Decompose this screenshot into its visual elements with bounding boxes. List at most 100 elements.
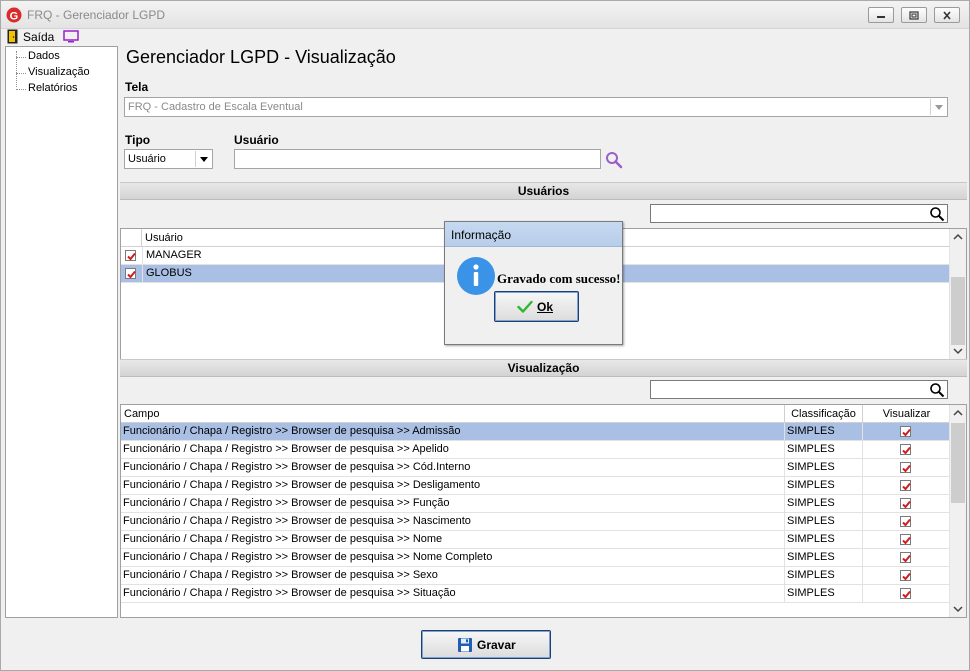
table-row[interactable]: Funcionário / Chapa / Registro >> Browse… bbox=[121, 567, 950, 585]
main-window: G FRQ - Gerenciador LGPD Saída Dados Vis… bbox=[0, 0, 970, 671]
close-button[interactable] bbox=[934, 7, 960, 23]
visualizar-checkbox[interactable] bbox=[900, 498, 911, 509]
save-button[interactable]: Gravar bbox=[421, 630, 551, 659]
dialog-message: Gravado com sucesso! bbox=[497, 271, 621, 286]
scroll-down-icon[interactable] bbox=[950, 343, 966, 359]
scroll-up-icon[interactable] bbox=[950, 405, 966, 421]
exit-door-icon[interactable] bbox=[7, 29, 18, 44]
usuario-input[interactable] bbox=[234, 149, 601, 169]
visualizar-cell bbox=[863, 567, 950, 584]
minimize-icon bbox=[877, 16, 885, 18]
menu-exit[interactable]: Saída bbox=[23, 30, 54, 44]
table-row[interactable]: Funcionário / Chapa / Registro >> Browse… bbox=[121, 477, 950, 495]
visualization-section-header: Visualização bbox=[120, 359, 967, 377]
close-icon bbox=[943, 11, 951, 20]
visualizar-cell bbox=[863, 531, 950, 548]
checkmark-icon bbox=[902, 446, 911, 455]
campo-cell: Funcionário / Chapa / Registro >> Browse… bbox=[121, 549, 785, 566]
users-scrollbar[interactable] bbox=[949, 229, 966, 359]
chevron-down-icon bbox=[195, 151, 211, 167]
users-search-input[interactable] bbox=[650, 204, 948, 223]
tipo-select[interactable]: Usuário bbox=[124, 149, 213, 169]
table-row[interactable]: Funcionário / Chapa / Registro >> Browse… bbox=[121, 495, 950, 513]
table-row[interactable]: Funcionário / Chapa / Registro >> Browse… bbox=[121, 459, 950, 477]
checkbox-column-header bbox=[121, 229, 142, 247]
visualization-grid-header: Campo Classificação Visualizar bbox=[121, 405, 950, 423]
campo-cell: Funcionário / Chapa / Registro >> Browse… bbox=[121, 513, 785, 530]
classificacao-cell: SIMPLES bbox=[785, 495, 863, 512]
nav-item-visualizacao[interactable]: Visualização bbox=[6, 66, 90, 82]
classificacao-cell: SIMPLES bbox=[785, 513, 863, 530]
column-header-visualizar[interactable]: Visualizar bbox=[863, 405, 950, 423]
column-header-classificacao[interactable]: Classificação bbox=[785, 405, 863, 423]
scroll-down-icon[interactable] bbox=[950, 601, 966, 617]
nav-item-dados[interactable]: Dados bbox=[6, 50, 60, 66]
monitor-icon[interactable] bbox=[63, 30, 79, 44]
scroll-thumb[interactable] bbox=[951, 423, 965, 503]
tipo-select-value: Usuário bbox=[128, 153, 166, 165]
tela-select[interactable]: FRQ - Cadastro de Escala Eventual bbox=[124, 97, 948, 117]
visualizar-cell bbox=[863, 423, 950, 440]
classificacao-cell: SIMPLES bbox=[785, 423, 863, 440]
visualization-search-input[interactable] bbox=[650, 380, 948, 399]
visualizar-checkbox[interactable] bbox=[900, 588, 911, 599]
nav-tree: Dados Visualização Relatórios bbox=[5, 46, 118, 618]
table-row[interactable]: Funcionário / Chapa / Registro >> Browse… bbox=[121, 513, 950, 531]
visualizar-cell bbox=[863, 585, 950, 602]
table-row[interactable]: Funcionário / Chapa / Registro >> Browse… bbox=[121, 423, 950, 441]
visualizar-checkbox[interactable] bbox=[900, 444, 911, 455]
nav-item-relatorios[interactable]: Relatórios bbox=[6, 82, 78, 98]
visualizar-checkbox[interactable] bbox=[900, 534, 911, 545]
visualizar-checkbox[interactable] bbox=[900, 480, 911, 491]
classificacao-cell: SIMPLES bbox=[785, 477, 863, 494]
checkmark-icon bbox=[127, 270, 136, 279]
table-row[interactable]: Funcionário / Chapa / Registro >> Browse… bbox=[121, 549, 950, 567]
visualizar-cell bbox=[863, 549, 950, 566]
dialog-title-bar[interactable]: Informação bbox=[445, 222, 622, 247]
usuario-label: Usuário bbox=[234, 133, 279, 147]
chevron-down-icon bbox=[930, 99, 946, 115]
tela-select-value: FRQ - Cadastro de Escala Eventual bbox=[128, 101, 303, 113]
tree-branch bbox=[16, 73, 26, 74]
table-row[interactable]: Funcionário / Chapa / Registro >> Browse… bbox=[121, 531, 950, 549]
checkmark-icon bbox=[902, 518, 911, 527]
visualizar-cell bbox=[863, 459, 950, 476]
ok-button[interactable]: Ok bbox=[494, 291, 579, 322]
checkmark-icon bbox=[902, 554, 911, 563]
visualizar-checkbox[interactable] bbox=[900, 552, 911, 563]
checkmark-icon bbox=[902, 428, 911, 437]
visualization-scrollbar[interactable] bbox=[949, 405, 966, 617]
visualization-grid: Campo Classificação Visualizar Funcionár… bbox=[120, 404, 967, 618]
row-checkbox[interactable] bbox=[125, 250, 136, 261]
column-header-campo[interactable]: Campo bbox=[121, 405, 785, 423]
minimize-button[interactable] bbox=[868, 7, 894, 23]
campo-cell: Funcionário / Chapa / Registro >> Browse… bbox=[121, 531, 785, 548]
classificacao-cell: SIMPLES bbox=[785, 549, 863, 566]
window-title: FRQ - Gerenciador LGPD bbox=[27, 8, 166, 22]
restore-button[interactable] bbox=[901, 7, 927, 23]
restore-icon bbox=[909, 11, 919, 20]
menu-bar: Saída bbox=[1, 29, 969, 46]
campo-cell: Funcionário / Chapa / Registro >> Browse… bbox=[121, 585, 785, 602]
campo-cell: Funcionário / Chapa / Registro >> Browse… bbox=[121, 567, 785, 584]
visualizar-checkbox[interactable] bbox=[900, 426, 911, 437]
search-icon[interactable] bbox=[605, 151, 623, 169]
table-row[interactable]: Funcionário / Chapa / Registro >> Browse… bbox=[121, 441, 950, 459]
campo-cell: Funcionário / Chapa / Registro >> Browse… bbox=[121, 459, 785, 476]
search-icon[interactable] bbox=[929, 382, 945, 398]
campo-cell: Funcionário / Chapa / Registro >> Browse… bbox=[121, 441, 785, 458]
visualizar-checkbox[interactable] bbox=[900, 570, 911, 581]
search-icon[interactable] bbox=[929, 206, 945, 222]
table-row[interactable]: Funcionário / Chapa / Registro >> Browse… bbox=[121, 585, 950, 603]
visualizar-checkbox[interactable] bbox=[900, 516, 911, 527]
row-checkbox[interactable] bbox=[125, 268, 136, 279]
visualizar-cell bbox=[863, 441, 950, 458]
info-dialog: Informação Gravado com sucesso! Ok bbox=[444, 221, 623, 345]
scroll-up-icon[interactable] bbox=[950, 229, 966, 245]
checkmark-icon bbox=[902, 572, 911, 581]
checkmark-icon bbox=[902, 500, 911, 509]
visualizar-checkbox[interactable] bbox=[900, 462, 911, 473]
visualizar-cell bbox=[863, 495, 950, 512]
scroll-thumb[interactable] bbox=[951, 277, 965, 345]
page-title: Gerenciador LGPD - Visualização bbox=[126, 47, 396, 67]
